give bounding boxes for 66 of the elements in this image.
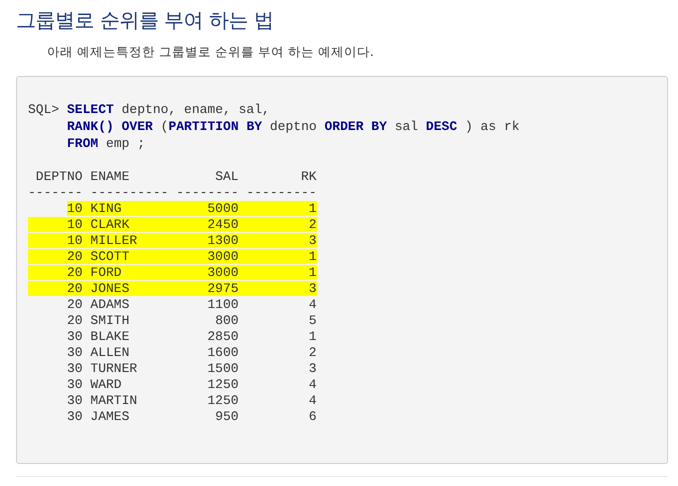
column-header: SAL xyxy=(214,169,239,184)
table-cell-text: 1 xyxy=(308,329,317,344)
table-cell-text: 1600 xyxy=(206,345,239,360)
table-cell-text: JAMES xyxy=(90,409,130,424)
table-cell-text: 30 xyxy=(66,329,83,344)
table-cell-text: 1 xyxy=(308,249,317,264)
table-cell-text: 20 xyxy=(66,297,83,312)
table-cell-text: CLARK xyxy=(90,217,130,232)
table-cell-text: 10 xyxy=(66,233,83,248)
table-cell-text: SCOTT xyxy=(90,249,130,264)
table-cell-text: 20 xyxy=(66,249,83,264)
table-cell-text: 1 xyxy=(308,201,317,216)
table-cell-text: 1250 xyxy=(206,377,239,392)
table-cell-text: 1100 xyxy=(206,297,239,312)
table-cell-text: 800 xyxy=(214,313,239,328)
table-cell-text: 2975 xyxy=(206,281,239,296)
table-cell-text: 3000 xyxy=(206,249,239,264)
column-header: RK xyxy=(300,169,317,184)
table-cell-text: 950 xyxy=(214,409,239,424)
table-cell-text: BLAKE xyxy=(90,329,130,344)
table-cell-text: 30 xyxy=(66,377,83,392)
table-cell-text: 4 xyxy=(308,297,317,312)
table-cell-text: JONES xyxy=(90,281,130,296)
table-cell-text: 1 xyxy=(308,265,317,280)
table-cell-text: 4 xyxy=(308,393,317,408)
sql-line: RANK() OVER (PARTITION BY deptno ORDER BY sal DESC ) as rk xyxy=(66,118,521,135)
table-cell-text: WARD xyxy=(90,377,123,392)
table-cell-text: 30 xyxy=(66,409,83,424)
table-cell-text: 2850 xyxy=(206,329,239,344)
table-cell-text: 5000 xyxy=(206,201,239,216)
table-cell-text: MARTIN xyxy=(90,393,138,408)
table-cell-text: 2 xyxy=(308,345,317,360)
table-cell-text: 5 xyxy=(308,313,317,328)
sql-line: FROM emp ; xyxy=(66,135,146,152)
table-cell-text: 3 xyxy=(308,281,317,296)
table-cell-text: ALLEN xyxy=(90,345,130,360)
table-cell-text: 20 xyxy=(66,265,83,280)
table-cell-text: 2450 xyxy=(206,217,239,232)
table-cell-text: 3000 xyxy=(206,265,239,280)
sql-line: SQL> SELECT deptno, ename, sal, xyxy=(28,101,271,118)
table-cell-text: 3 xyxy=(308,233,317,248)
table-cell-text: ADAMS xyxy=(90,297,130,312)
table-cell-text: 1300 xyxy=(206,233,239,248)
table-cell-text: 6 xyxy=(308,409,317,424)
table-cell-text: TURNER xyxy=(90,361,138,376)
table-cell-text: 30 xyxy=(66,361,83,376)
table-cell-text: KING xyxy=(90,201,123,216)
table-cell-text: 4 xyxy=(308,377,317,392)
table-cell-text: 30 xyxy=(66,393,83,408)
table-cell-text: SMITH xyxy=(90,313,130,328)
table-cell-text: 1250 xyxy=(206,393,239,408)
intro-text: 아래 예제는특정한 그룹별로 순위를 부여 하는 예제이다. xyxy=(47,43,375,61)
table-cell-text: FORD xyxy=(90,265,123,280)
table-cell-text: 10 xyxy=(66,217,83,232)
table-cell-text: 1500 xyxy=(206,361,239,376)
table-cell-text: 30 xyxy=(66,345,83,360)
table-cell-text: 2 xyxy=(308,217,317,232)
table-cell-text: 20 xyxy=(66,313,83,328)
table-cell-text: 20 xyxy=(66,281,83,296)
column-header: DEPTNO xyxy=(34,169,83,184)
table-cell-text: 3 xyxy=(308,361,317,376)
page-title: 그룹별로 순위를 부여 하는 법 xyxy=(16,7,274,34)
table-cell-text: MILLER xyxy=(90,233,138,248)
separator-line: ------- ---------- -------- --------- xyxy=(28,185,317,200)
table-cell-text: 10 xyxy=(66,201,83,216)
column-header: ENAME xyxy=(90,169,130,184)
